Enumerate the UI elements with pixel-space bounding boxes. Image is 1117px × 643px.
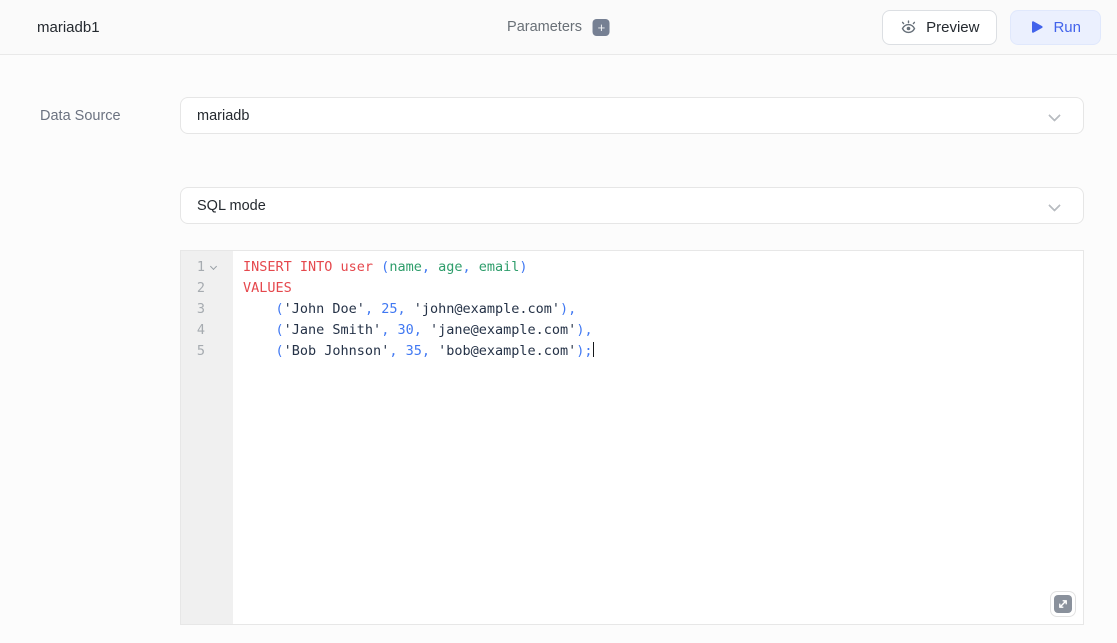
preview-button[interactable]: Preview <box>882 10 997 45</box>
editor-gutter: 12345 <box>181 251 233 624</box>
query-form: Data Source mariadb SQL mode 12345 INSER… <box>0 55 1117 625</box>
mode-select[interactable]: SQL mode <box>180 187 1084 224</box>
expand-icon <box>1054 595 1072 613</box>
fold-arrow-icon[interactable] <box>205 257 233 278</box>
gutter-line: 1 <box>181 257 233 278</box>
data-source-label: Data Source <box>40 108 121 124</box>
run-button-label: Run <box>1053 19 1081 36</box>
code-line[interactable]: VALUES <box>243 278 1073 299</box>
line-number: 4 <box>181 320 205 341</box>
code-line[interactable]: ('Bob Johnson', 35, 'bob@example.com'); <box>243 341 1073 362</box>
line-number: 1 <box>181 257 205 278</box>
gutter-line: 3 <box>181 299 233 320</box>
line-number: 5 <box>181 341 205 362</box>
play-icon <box>1030 20 1044 34</box>
gutter-line: 2 <box>181 278 233 299</box>
preview-button-label: Preview <box>926 19 979 36</box>
text-cursor <box>593 342 594 357</box>
mode-value: SQL mode <box>197 198 266 214</box>
data-source-select[interactable]: mariadb <box>180 97 1084 134</box>
line-number: 3 <box>181 299 205 320</box>
editor-code[interactable]: INSERT INTO user (name, age, email)VALUE… <box>233 251 1083 624</box>
data-source-value: mariadb <box>197 108 249 124</box>
chevron-down-icon <box>1048 109 1061 122</box>
chevron-down-icon <box>1048 199 1061 212</box>
parameters-section: Parameters + <box>507 0 610 54</box>
run-button[interactable]: Run <box>1010 10 1101 45</box>
gutter-line: 4 <box>181 320 233 341</box>
add-parameter-button[interactable]: + <box>593 19 610 36</box>
code-line[interactable]: INSERT INTO user (name, age, email) <box>243 257 1073 278</box>
gutter-line: 5 <box>181 341 233 362</box>
data-source-row: Data Source mariadb <box>0 97 1117 134</box>
code-line[interactable]: ('John Doe', 25, 'john@example.com'), <box>243 299 1073 320</box>
line-number: 2 <box>181 278 205 299</box>
sql-editor: 12345 INSERT INTO user (name, age, email… <box>180 250 1084 625</box>
plus-icon: + <box>598 20 606 35</box>
topbar: mariadb1 Parameters + Preview Run <box>0 0 1117 55</box>
parameters-label: Parameters <box>507 19 582 35</box>
topbar-actions: Preview Run <box>882 10 1101 45</box>
mode-row: SQL mode <box>0 187 1117 224</box>
code-line[interactable]: ('Jane Smith', 30, 'jane@example.com'), <box>243 320 1073 341</box>
expand-editor-button[interactable] <box>1050 591 1076 617</box>
query-title: mariadb1 <box>37 19 100 36</box>
eye-icon <box>900 19 917 35</box>
